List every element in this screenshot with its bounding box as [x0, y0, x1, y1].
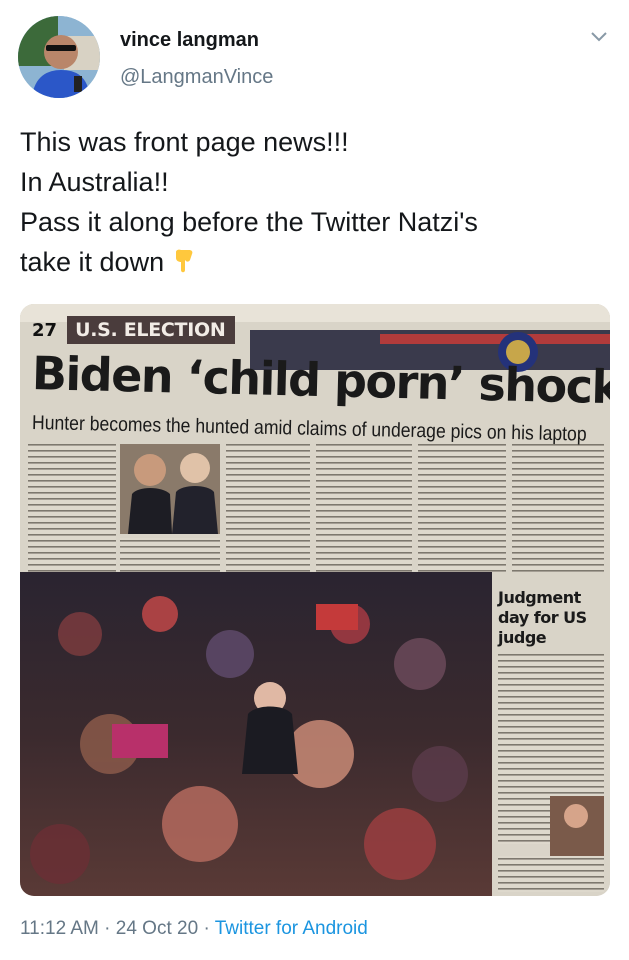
- meta-separator: ·: [104, 918, 111, 939]
- tweet-media-image[interactable]: 27 U.S. ELECTION Biden ‘child porn’ shoc…: [20, 304, 610, 896]
- tweet-header: vince langman @LangmanVince: [18, 16, 613, 100]
- tweet-date[interactable]: 24 Oct 20: [116, 918, 198, 939]
- meta-separator: ·: [203, 918, 210, 939]
- tweet-meta: 11:12 AM · 24 Oct 20 · Twitter for Andro…: [20, 918, 368, 940]
- tweet-line-last: take it down: [20, 242, 610, 282]
- tweet-line: take it down: [20, 247, 165, 277]
- tweet-text: This was front page news!!! In Australia…: [20, 122, 610, 282]
- tweet-line: This was front page news!!!: [20, 127, 349, 157]
- pointing-down-emoji-icon: [176, 249, 193, 273]
- author-handle[interactable]: @LangmanVince: [120, 66, 273, 89]
- tweet-time[interactable]: 11:12 AM: [20, 918, 99, 939]
- profile-photo-avatar: [18, 16, 100, 98]
- tweet-source-link[interactable]: Twitter for Android: [215, 918, 368, 939]
- newspaper-section-label: U.S. ELECTION: [67, 316, 236, 344]
- author-display-name[interactable]: vince langman: [120, 29, 259, 52]
- chevron-down-icon[interactable]: [589, 30, 609, 44]
- newspaper-page-number: 27: [32, 319, 58, 341]
- tweet-line: Pass it along before the Twitter Natzi's: [20, 207, 478, 237]
- tweet-line: In Australia!!: [20, 167, 169, 197]
- avatar[interactable]: [18, 16, 100, 98]
- newspaper-section-bar: 27 U.S. ELECTION: [20, 312, 236, 348]
- newspaper-sidebar-headline: Judgment day for US judge: [498, 588, 587, 647]
